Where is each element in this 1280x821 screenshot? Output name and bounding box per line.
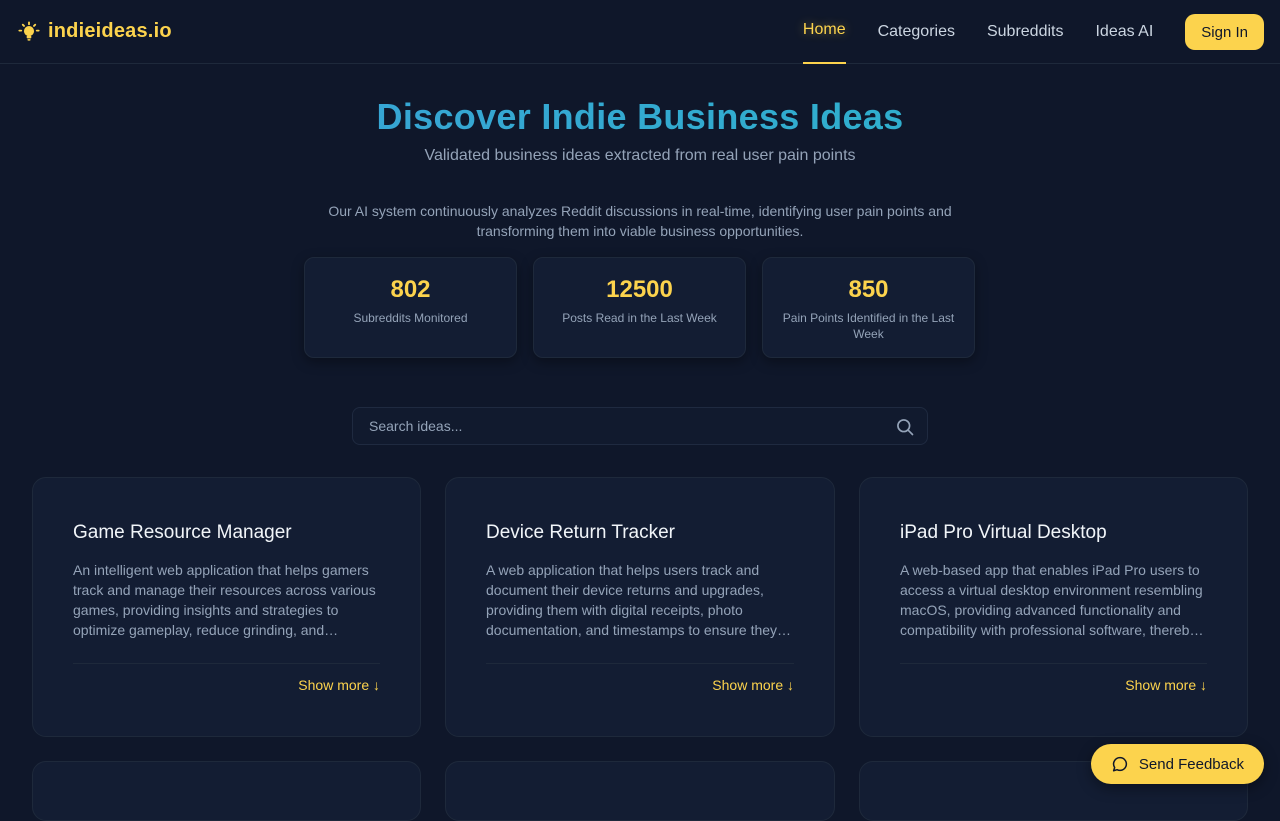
top-nav-bar: indieideas.io Home Categories Subreddits… [0, 0, 1280, 64]
search-input[interactable] [353, 408, 927, 444]
stat-value: 850 [763, 276, 974, 304]
show-more-link[interactable]: Show more ↓ [712, 677, 794, 693]
nav-item-label: Ideas AI [1095, 23, 1153, 41]
idea-description: A web application that helps users track… [486, 560, 794, 640]
main-nav: Home Categories Subreddits Ideas AI Sign… [803, 0, 1264, 64]
idea-title: Game Resource Manager [73, 522, 380, 544]
idea-card-partial[interactable] [32, 761, 421, 821]
show-more-link[interactable]: Show more ↓ [298, 677, 380, 693]
idea-card-partial[interactable] [445, 761, 835, 821]
nav-item-label: Subreddits [987, 23, 1064, 41]
nav-item-subreddits[interactable]: Subreddits [987, 0, 1064, 64]
stat-label: Posts Read in the Last Week [534, 310, 745, 326]
chat-bubble-icon [1111, 755, 1129, 773]
idea-card[interactable]: Device Return Tracker A web application … [445, 477, 835, 737]
nav-item-label: Categories [878, 23, 955, 41]
stat-value: 802 [305, 276, 516, 304]
stat-label: Subreddits Monitored [305, 310, 516, 326]
lightbulb-icon [18, 21, 40, 43]
idea-title: iPad Pro Virtual Desktop [900, 522, 1207, 544]
idea-description: A web-based app that enables iPad Pro us… [900, 560, 1207, 640]
stat-card-posts: 12500 Posts Read in the Last Week [533, 257, 746, 358]
stat-value: 12500 [534, 276, 745, 304]
hero-description: Our AI system continuously analyzes Redd… [320, 201, 960, 241]
stat-card-pain-points: 850 Pain Points Identified in the Last W… [762, 257, 975, 358]
page-subtitle: Validated business ideas extracted from … [0, 147, 1280, 165]
idea-card[interactable]: iPad Pro Virtual Desktop A web-based app… [859, 477, 1248, 737]
idea-description: An intelligent web application that help… [73, 560, 380, 640]
search-icon[interactable] [895, 417, 915, 437]
card-divider [900, 663, 1207, 664]
nav-item-label: Home [803, 21, 846, 39]
search-bar [352, 407, 928, 445]
show-more-link[interactable]: Show more ↓ [1125, 677, 1207, 693]
idea-card[interactable]: Game Resource Manager An intelligent web… [32, 477, 421, 737]
card-divider [486, 663, 794, 664]
idea-title: Device Return Tracker [486, 522, 794, 544]
nav-item-ideas-ai[interactable]: Ideas AI [1095, 0, 1153, 64]
brand-name: indieideas.io [48, 20, 172, 43]
nav-item-categories[interactable]: Categories [878, 0, 955, 64]
stats-row: 802 Subreddits Monitored 12500 Posts Rea… [304, 257, 975, 358]
send-feedback-label: Send Feedback [1139, 756, 1244, 773]
nav-item-home[interactable]: Home [803, 0, 846, 64]
stat-card-subreddits: 802 Subreddits Monitored [304, 257, 517, 358]
brand-logo[interactable]: indieideas.io [18, 20, 172, 43]
sign-in-button[interactable]: Sign In [1185, 14, 1264, 50]
page-title: Discover Indie Business Ideas [0, 96, 1280, 138]
card-divider [73, 663, 380, 664]
stat-label: Pain Points Identified in the Last Week [763, 310, 974, 342]
ideas-grid: Game Resource Manager An intelligent web… [32, 477, 1248, 821]
send-feedback-button[interactable]: Send Feedback [1091, 744, 1264, 784]
